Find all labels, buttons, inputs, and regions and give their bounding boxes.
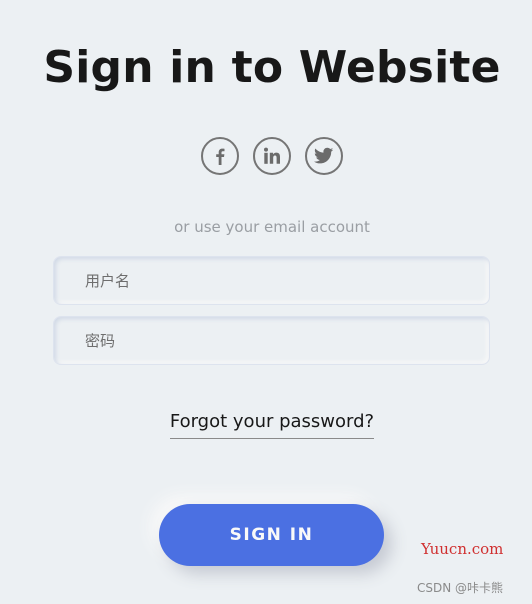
forgot-password-link[interactable]: Forgot your password? <box>169 411 375 439</box>
twitter-icon <box>314 147 334 164</box>
sign-in-button[interactable]: SIGN IN <box>159 504 384 566</box>
linkedin-button[interactable] <box>253 137 291 175</box>
facebook-icon <box>216 148 225 165</box>
twitter-button[interactable] <box>305 137 343 175</box>
password-input[interactable] <box>54 317 489 364</box>
author-watermark: CSDN @咔卡熊 <box>417 581 504 595</box>
linkedin-icon <box>264 147 280 164</box>
email-hint-text: or use your email account <box>174 218 370 236</box>
page-title: Sign in to Website <box>43 42 501 93</box>
social-login-row <box>0 137 532 175</box>
site-watermark: Yuucn.com <box>421 540 504 558</box>
username-field <box>53 256 490 305</box>
username-input[interactable] <box>54 257 489 304</box>
facebook-button[interactable] <box>201 137 239 175</box>
sign-in-page: Sign in to Website or use your email acc… <box>0 0 532 604</box>
forgot-password-row: Forgot your password? <box>0 411 532 439</box>
password-field <box>53 316 490 365</box>
